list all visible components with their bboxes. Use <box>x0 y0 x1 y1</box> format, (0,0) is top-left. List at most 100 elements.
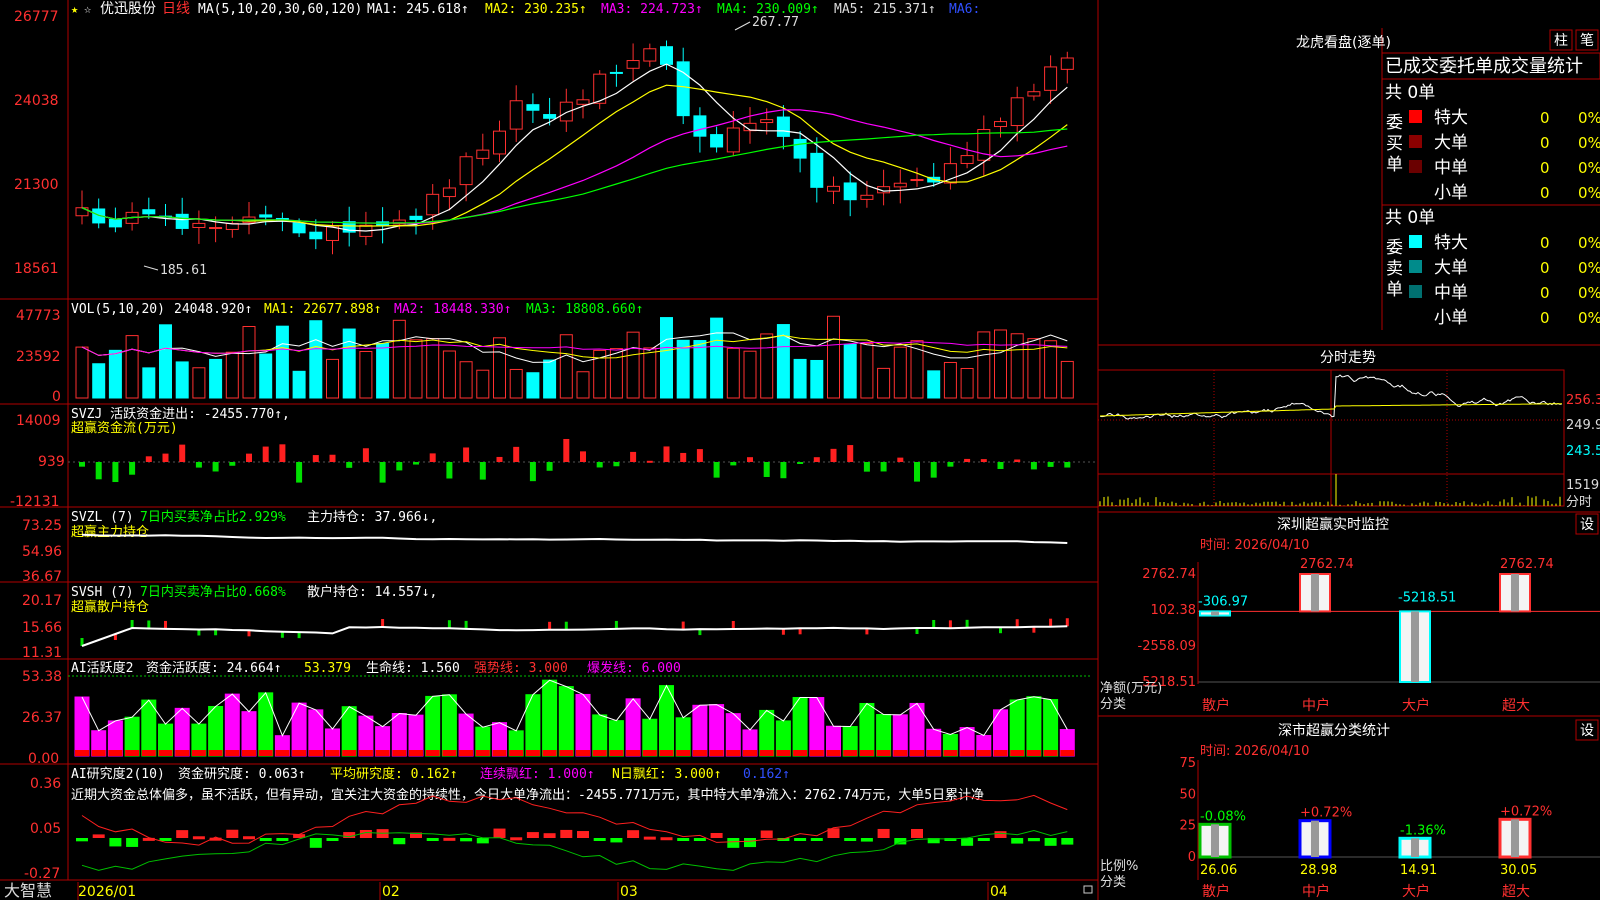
research-bar <box>443 837 456 841</box>
ma-line <box>81 84 1068 227</box>
research-bar <box>309 838 322 848</box>
volume-bar <box>1010 333 1024 399</box>
volume-bar <box>309 320 323 399</box>
fund-flow-bar <box>312 455 319 462</box>
fund-flow-bar <box>914 462 920 482</box>
activity-bar <box>224 693 240 757</box>
tab-filled[interactable]: 已成交 <box>1385 56 1439 77</box>
svsh-line2: 超赢散户持仓 <box>71 599 149 615</box>
ai2-yaxis: 0.36 0.05 -0.27 <box>24 776 61 882</box>
svzj-ytick: 14009 <box>16 413 61 429</box>
svzj-ytick: -12131 <box>10 494 60 510</box>
classify-bar-shade <box>1311 820 1319 857</box>
order-row-label: 中单 <box>1434 283 1468 303</box>
research-bar <box>526 832 539 838</box>
lock-icon[interactable] <box>1083 885 1093 894</box>
candle-body <box>960 155 974 164</box>
fund-flow-bar <box>229 462 236 466</box>
volume-bar <box>559 334 573 399</box>
order-row-count: 0 <box>1540 184 1550 202</box>
fund-flow-bar <box>646 460 653 463</box>
candle-body <box>643 48 657 62</box>
intraday-vol-tick: 1519 <box>1566 478 1599 493</box>
vol-value: 24048.920↑ <box>174 302 252 317</box>
fund-flow-bar <box>696 449 703 462</box>
fund-flow-bar <box>663 446 670 462</box>
date-tick: 04 <box>990 884 1008 900</box>
intraday-panel: 分时走势 256.3 249.9 243.5 1519 分时 <box>1097 350 1600 510</box>
activity-base <box>876 750 891 756</box>
volume-bar <box>943 361 957 399</box>
classify-xlabel: 分类 <box>1100 875 1126 890</box>
classify-category: 散户 <box>1202 883 1230 900</box>
volume-bar <box>442 350 456 399</box>
research-bar <box>693 838 706 841</box>
activity-base <box>676 750 691 756</box>
activity-bar <box>341 706 357 757</box>
research-bar <box>1044 838 1057 846</box>
fund-flow-bar <box>747 457 753 462</box>
period-label[interactable]: 日线 <box>162 1 190 17</box>
ma-set: MA(5,10,20,30,60,120) <box>198 2 362 17</box>
activity-base <box>158 750 173 756</box>
activity-bar <box>625 698 641 757</box>
candle-body <box>693 115 707 137</box>
svzl-line2: 超赢主力持仓 <box>71 524 149 540</box>
candle-body <box>793 138 807 159</box>
monitor-settings-label: 设 <box>1580 517 1594 533</box>
research-bar <box>577 831 589 838</box>
activity-base <box>776 750 791 756</box>
fund-flow-bar <box>930 462 937 478</box>
intraday-ytick: 256.3 <box>1566 393 1600 408</box>
volume-bar <box>726 347 740 399</box>
volume-bar <box>175 361 189 399</box>
order-row-count: 0 <box>1540 309 1550 327</box>
ai1-activity: 资金活跃度: 24.664↑ <box>146 660 281 676</box>
candle-body <box>860 194 874 200</box>
tab-orders[interactable]: 委托单 <box>1439 56 1493 77</box>
date-tick: 03 <box>620 884 638 900</box>
tab-volume-stats[interactable]: 成交量统计 <box>1493 56 1583 77</box>
research-bar <box>1061 838 1074 845</box>
research-bar <box>243 836 255 840</box>
activity-base <box>910 750 924 756</box>
research-bar <box>744 838 756 848</box>
activity-base <box>826 750 841 756</box>
fund-flow-bar <box>613 462 620 467</box>
stock-name[interactable]: 优迅股份 <box>100 1 156 17</box>
ai2-comment: 近期大资金总体偏多，虽不活跃，但有异动，宜关注大资金的持续性，今日大单净流出：-… <box>71 787 984 803</box>
volume-bar <box>827 315 840 399</box>
vol-ma1: MA1: 22677.898↑ <box>264 302 381 317</box>
activity-base <box>525 750 540 756</box>
monitor-panel: 深圳超赢实时监控 设 时间: 2026/04/10 2762.74102.38-… <box>1100 513 1600 714</box>
svzl-ratio: 7日内买卖净占比2.929% <box>140 509 286 525</box>
order-row-count: 0 <box>1540 109 1550 127</box>
candle-body <box>626 60 640 69</box>
activity-base <box>843 750 858 756</box>
ma-line <box>81 63 1068 232</box>
activity-bar <box>558 686 574 757</box>
activity-base <box>759 750 774 756</box>
research-bar <box>610 838 623 843</box>
order-row-pct: 0% <box>1578 259 1600 277</box>
research-bar <box>560 829 573 838</box>
ai2-average: 平均研究度: 0.162↑ <box>330 766 458 782</box>
classify-title: 深市超赢分类统计 <box>1278 722 1390 739</box>
ai1-ytick: 0.00 <box>28 751 59 767</box>
candle-body <box>994 121 1007 128</box>
high-leader <box>734 21 751 31</box>
classify-category: 超大 <box>1502 884 1530 900</box>
order-side-label: 委 <box>1386 238 1403 258</box>
monitor-bar-shade <box>1411 611 1419 682</box>
fund-flow-bar <box>413 462 419 465</box>
classify-time: 时间: 2026/04/10 <box>1200 744 1309 759</box>
candle-body <box>75 207 89 217</box>
vol-name: VOL(5,10,20) <box>71 302 165 317</box>
research-bar <box>109 838 122 847</box>
order-total: 共 0单 <box>1385 83 1435 103</box>
research-bar <box>810 838 823 841</box>
activity-bar <box>876 714 892 757</box>
classify-bar-shade <box>1411 838 1419 857</box>
fund-flow-bar <box>195 462 202 468</box>
research-bar <box>493 828 506 838</box>
